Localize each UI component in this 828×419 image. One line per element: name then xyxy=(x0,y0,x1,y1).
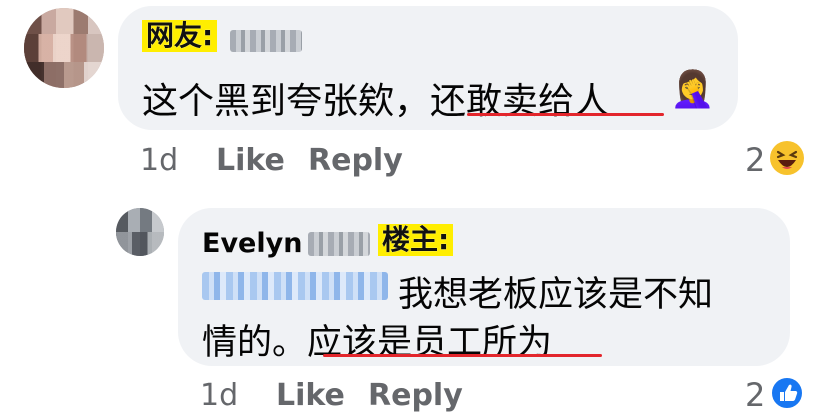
text-underline xyxy=(467,113,664,116)
mentioned-user-redacted[interactable] xyxy=(202,272,388,300)
like-button[interactable]: Like xyxy=(276,378,345,413)
comment-time[interactable]: 1d xyxy=(140,143,178,178)
text-underline xyxy=(323,354,602,357)
like-button[interactable]: Like xyxy=(216,143,285,178)
commenter-name-redacted[interactable] xyxy=(230,30,302,52)
reply-button[interactable]: Reply xyxy=(308,143,403,178)
comment-text: 这个黑到夸张欸，还敢卖给人 xyxy=(142,81,611,122)
op-tag: 楼主: xyxy=(378,223,454,257)
avatar[interactable] xyxy=(24,8,104,88)
comment-time[interactable]: 1d xyxy=(200,378,238,413)
avatar[interactable] xyxy=(116,208,164,256)
like-icon[interactable] xyxy=(770,376,804,410)
comment-text-line2: 情的。应该是员工所为 xyxy=(202,323,553,363)
reaction-count[interactable]: 2 xyxy=(745,141,765,179)
author-surname-redacted[interactable] xyxy=(308,232,370,256)
facepalm-emoji: 🤦‍♀️ xyxy=(670,69,715,110)
comment-author[interactable]: Evelyn xyxy=(202,228,302,259)
commenter-tag: 网友: xyxy=(142,19,218,53)
reaction-count[interactable]: 2 xyxy=(745,376,765,414)
haha-icon[interactable] xyxy=(770,141,804,175)
reply-button[interactable]: Reply xyxy=(368,378,463,413)
comment-text-line1: 我想老板应该是不知 xyxy=(398,275,714,315)
